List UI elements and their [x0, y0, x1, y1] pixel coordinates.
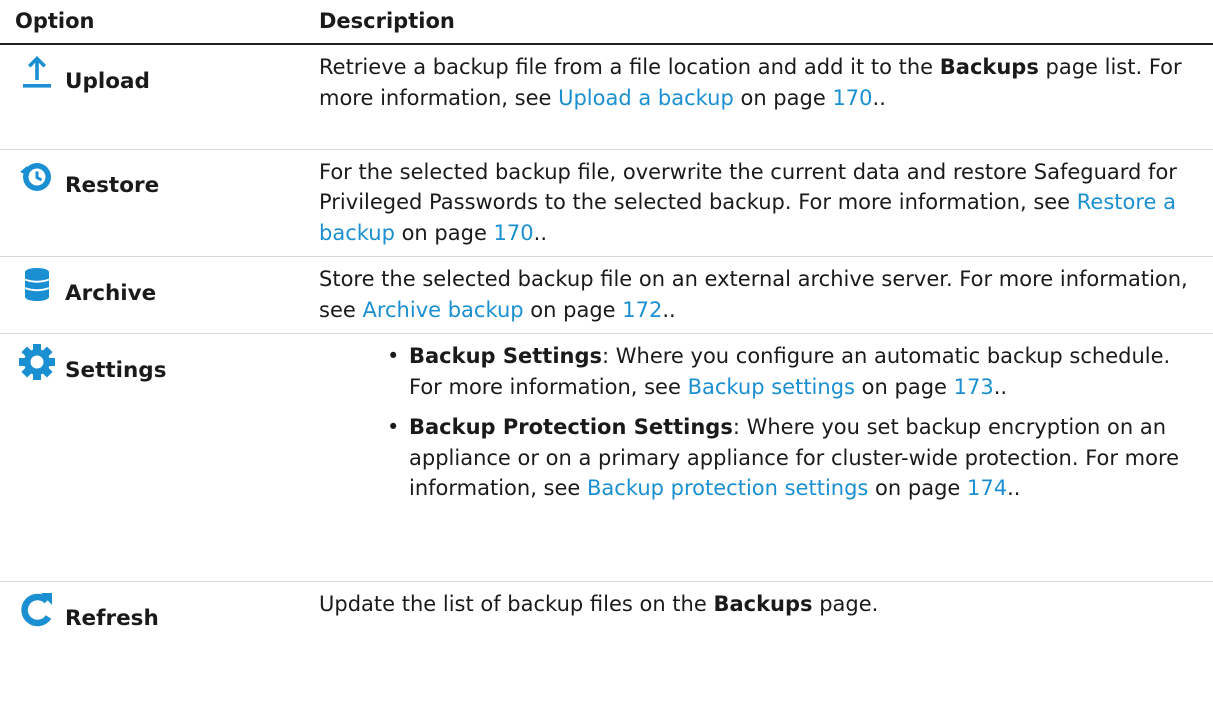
list-item: • Backup Protection Settings: Where you s… — [387, 412, 1207, 504]
description-text: .. — [533, 220, 547, 245]
bullet: • — [387, 415, 400, 439]
description-text: Retrieve a backup file from a file locat… — [319, 55, 940, 79]
description-text: .. — [872, 85, 886, 110]
header-description: Description — [308, 0, 1213, 45]
description-text: page. — [812, 592, 879, 616]
options-table: Option Description Upload Retrieve a bac… — [0, 0, 1213, 642]
description-bold: Backups — [939, 55, 1039, 79]
description-cell: Update the list of backup files on the B… — [308, 582, 1213, 642]
page-173-link[interactable]: 173 — [954, 375, 994, 399]
description-cell: • Backup Settings: Where you configure an… — [308, 333, 1213, 582]
description-text: on page — [854, 374, 954, 399]
table-row: Settings • Backup Settings: Where you con… — [0, 333, 1213, 582]
option-cell: Upload — [0, 44, 308, 150]
page-174-link[interactable]: 174 — [967, 476, 1007, 500]
option-cell: Refresh — [0, 582, 308, 642]
backup-protection-settings-link[interactable]: Backup protection settings — [587, 476, 868, 500]
description-text: For the selected backup file, overwrite … — [319, 159, 1177, 215]
refresh-icon — [17, 590, 57, 630]
description-cell: Store the selected backup file on an ext… — [308, 256, 1213, 334]
settings-icon — [17, 342, 57, 382]
description-text: .. — [662, 297, 676, 322]
option-cell: Restore — [0, 149, 308, 257]
archive-icon — [17, 265, 57, 305]
description-text: on page — [523, 297, 623, 322]
table-row: Upload Retrieve a backup file from a fil… — [0, 44, 1213, 150]
option-cell: Archive — [0, 256, 308, 334]
table-row: Restore For the selected backup file, ov… — [0, 149, 1213, 257]
description-bold: Backups — [713, 592, 813, 616]
bullet: • — [387, 344, 400, 368]
upload-a-backup-link[interactable]: Upload a backup — [558, 86, 734, 110]
description-text: .. — [1007, 476, 1021, 500]
option-label: Upload — [65, 68, 150, 94]
option-label: Restore — [65, 173, 160, 198]
description-text: on page — [733, 85, 833, 110]
option-cell: Settings — [0, 333, 308, 582]
description-bold: Backup Protection Settings — [409, 415, 733, 439]
table-row: Refresh Update the list of backup files … — [0, 582, 1213, 642]
page-172-link[interactable]: 172 — [622, 298, 662, 322]
description-bold: Backup Settings — [409, 344, 603, 368]
option-label: Archive — [65, 280, 157, 306]
page-170-link[interactable]: 170 — [494, 221, 534, 245]
option-label: Settings — [65, 357, 167, 383]
description-text: Update the list of backup files on the — [319, 592, 714, 616]
settings-bullet-list: • Backup Settings: Where you configure an… — [319, 341, 1207, 504]
header-option: Option — [0, 0, 308, 45]
backup-settings-link[interactable]: Backup settings — [688, 375, 855, 399]
option-label: Refresh — [65, 605, 159, 631]
table-header-row: Option Description — [0, 0, 1213, 45]
upload-icon — [17, 53, 57, 93]
description-text: .. — [993, 374, 1008, 399]
page-170-link[interactable]: 170 — [832, 86, 872, 110]
description-text: on page — [394, 220, 494, 245]
table-row: Archive Store the selected backup file o… — [0, 256, 1213, 334]
list-item: • Backup Settings: Where you configure an… — [387, 341, 1207, 402]
description-cell: Retrieve a backup file from a file locat… — [308, 44, 1213, 150]
description-cell: For the selected backup file, overwrite … — [308, 149, 1213, 257]
restore-icon — [17, 158, 57, 198]
archive-backup-link[interactable]: Archive backup — [362, 298, 523, 322]
description-text: on page — [868, 476, 968, 500]
